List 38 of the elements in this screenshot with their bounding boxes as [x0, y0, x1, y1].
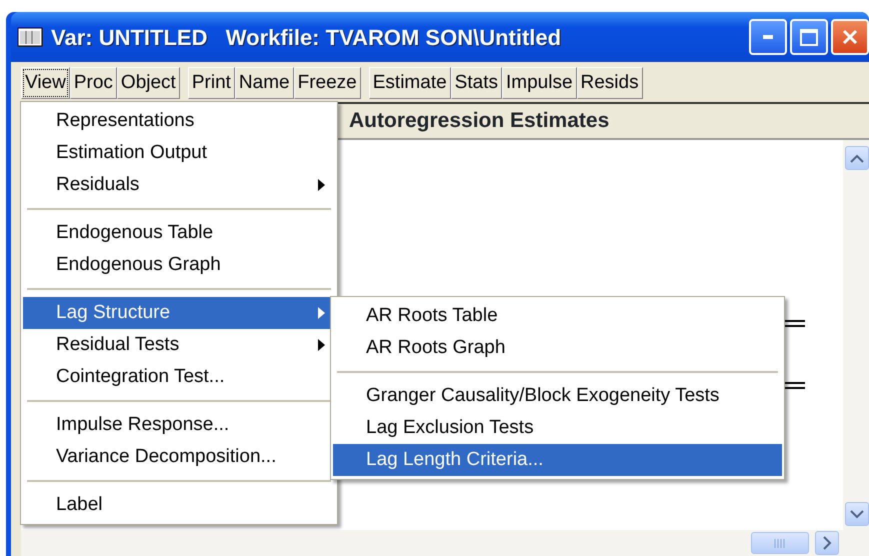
toolbar-button[interactable]: Object	[116, 67, 180, 99]
menu-item[interactable]: AR Roots Graph	[333, 332, 782, 364]
menu-item[interactable]: Residuals	[23, 169, 335, 201]
menu-item[interactable]: Estimation Output	[23, 137, 335, 169]
chevron-down-icon	[850, 510, 864, 518]
close-button[interactable]	[831, 19, 869, 55]
output-heading: Autoregression Estimates	[349, 108, 610, 134]
toolbar-button[interactable]: Print	[188, 67, 235, 99]
window-icon	[17, 27, 43, 47]
chevron-right-icon	[822, 536, 832, 550]
toolbar-button[interactable]: Resids	[576, 67, 643, 99]
close-icon	[842, 29, 858, 45]
scroll-thumb[interactable]	[751, 532, 809, 554]
toolbar-button[interactable]: Estimate	[368, 67, 451, 99]
maximize-button[interactable]	[790, 19, 828, 55]
menu-item[interactable]: Endogenous Graph	[23, 249, 335, 281]
menu-item[interactable]: Lag Length Criteria...	[333, 444, 782, 476]
minimize-icon	[763, 35, 773, 39]
toolbar-button[interactable]: View	[21, 67, 70, 99]
maximize-icon	[800, 28, 818, 46]
toolbar-button[interactable]: Freeze	[294, 67, 361, 99]
menu-item[interactable]: Lag Exclusion Tests	[333, 412, 782, 444]
scroll-right-button[interactable]	[815, 531, 839, 555]
minimize-button[interactable]	[749, 19, 787, 55]
menu-item[interactable]: Representations	[23, 105, 335, 137]
toolbar-button[interactable]: Name	[234, 67, 294, 99]
chevron-up-icon	[850, 154, 864, 162]
window-title: Var: UNTITLED Workfile: TVAROM SON\Untitled	[51, 24, 562, 52]
scroll-down-button[interactable]	[845, 502, 869, 526]
menu-item[interactable]: AR Roots Table	[333, 300, 782, 332]
toolbar-button[interactable]: Impulse	[502, 67, 577, 99]
menu-item[interactable]: Endogenous Table	[23, 217, 335, 249]
toolbar-button[interactable]: Stats	[450, 67, 502, 99]
menu-item[interactable]: Label	[23, 489, 335, 521]
scroll-up-button[interactable]	[845, 146, 869, 170]
grip-icon	[774, 538, 786, 548]
menu-item[interactable]: Granger Causality/Block Exogeneity Tests	[333, 380, 782, 412]
toolbar-button[interactable]: Proc	[70, 67, 117, 99]
